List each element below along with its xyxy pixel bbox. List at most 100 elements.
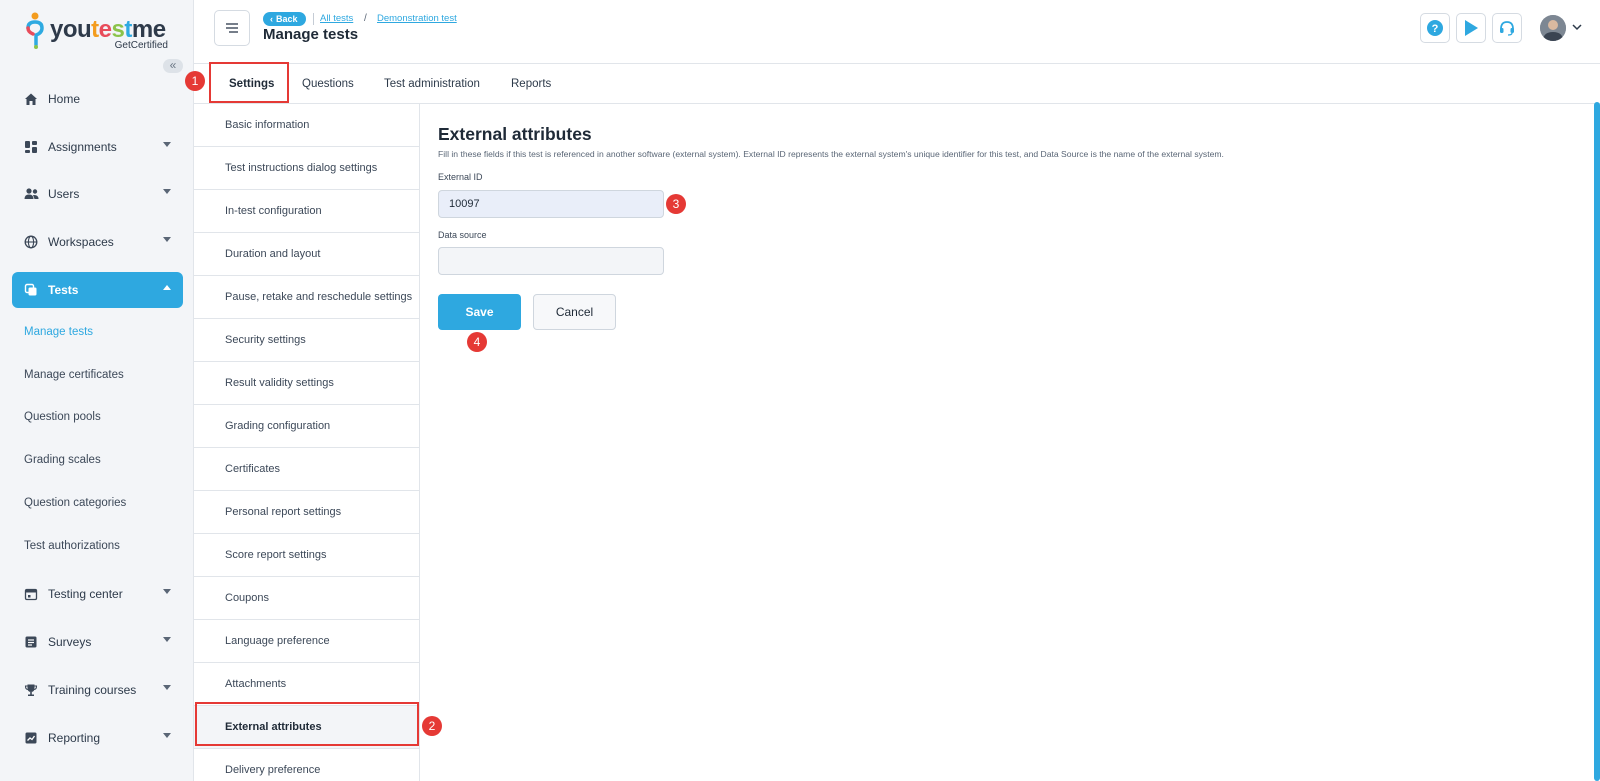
step-badge-1: 1 <box>185 71 205 91</box>
nav-item-workspaces[interactable]: Workspaces <box>12 224 183 260</box>
nav-item-tests[interactable]: Tests <box>12 272 183 308</box>
settings-item-grading-configuration[interactable]: Grading configuration <box>194 405 419 448</box>
chevron-down-icon[interactable] <box>1572 23 1582 31</box>
sidebar: youtestme GetCertified « Home Assignment… <box>0 0 194 781</box>
chevron-down-icon <box>163 589 171 594</box>
nav-item-home[interactable]: Home <box>12 81 183 117</box>
breadcrumb-divider <box>313 13 314 25</box>
settings-item-attachments[interactable]: Attachments <box>194 663 419 706</box>
hamburger-icon <box>226 23 238 33</box>
data-source-input[interactable] <box>438 247 664 275</box>
nav-item-label: Home <box>48 92 81 106</box>
settings-item-basic-information[interactable]: Basic information <box>194 104 419 147</box>
settings-item-result-validity[interactable]: Result validity settings <box>194 362 419 405</box>
breadcrumb-separator: / <box>364 13 367 24</box>
settings-item-external-attributes[interactable]: External attributes <box>194 706 419 749</box>
settings-item-coupons[interactable]: Coupons <box>194 577 419 620</box>
nav-item-label: Testing center <box>48 587 123 601</box>
double-chevron-left-icon: « <box>169 58 177 72</box>
settings-item-delivery-preference[interactable]: Delivery preference <box>194 749 419 781</box>
subnav-test-authorizations[interactable]: Test authorizations <box>24 540 120 552</box>
step-badge-3: 3 <box>666 194 686 214</box>
nav-item-label: Training courses <box>48 683 137 697</box>
back-button[interactable]: ‹ Back <box>263 12 306 26</box>
chevron-down-icon <box>163 637 171 642</box>
nav-item-surveys[interactable]: Surveys <box>12 624 183 660</box>
tab-settings[interactable]: Settings <box>229 64 274 104</box>
chevron-down-icon <box>163 685 171 690</box>
settings-item-language-preference[interactable]: Language preference <box>194 620 419 663</box>
nav-item-label: Surveys <box>48 635 92 649</box>
step-badge-2: 2 <box>422 716 442 736</box>
support-button[interactable] <box>1492 13 1522 43</box>
save-button[interactable]: Save <box>438 294 521 330</box>
home-icon <box>23 91 39 107</box>
trophy-icon <box>23 682 39 698</box>
data-source-label: Data source <box>438 230 487 240</box>
nav-item-label: Assignments <box>48 140 117 154</box>
step-badge-4: 4 <box>467 332 487 352</box>
subnav-question-pools[interactable]: Question pools <box>24 411 101 423</box>
settings-item-score-report[interactable]: Score report settings <box>194 534 419 577</box>
settings-menu: Basic information Test instructions dial… <box>194 104 420 781</box>
nav-item-reporting[interactable]: Reporting <box>12 720 183 756</box>
cancel-button[interactable]: Cancel <box>533 294 616 330</box>
subnav-question-categories[interactable]: Question categories <box>24 497 126 509</box>
copy-icon <box>23 282 39 298</box>
chevron-left-icon: ‹ <box>270 14 273 24</box>
nav-item-label: Users <box>48 187 80 201</box>
nav-item-users[interactable]: Users <box>12 176 183 212</box>
svg-text:?: ? <box>1432 23 1439 35</box>
subnav-manage-tests[interactable]: Manage tests <box>24 326 93 338</box>
tab-reports[interactable]: Reports <box>511 64 551 104</box>
chevron-down-icon <box>163 237 171 242</box>
top-header: ‹ Back All tests / Demonstration test Man… <box>194 0 1600 64</box>
collapse-sidebar-button[interactable]: « <box>163 59 183 73</box>
chevron-down-icon <box>163 189 171 194</box>
tab-test-administration[interactable]: Test administration <box>384 64 480 104</box>
calendar-icon <box>23 586 39 602</box>
help-icon: ? <box>1427 20 1443 36</box>
youtestme-logo[interactable]: youtestme GetCertified <box>24 12 174 52</box>
headset-icon <box>1500 21 1514 36</box>
chevron-down-icon <box>163 142 171 147</box>
breadcrumb-demonstration-test[interactable]: Demonstration test <box>377 13 457 24</box>
users-icon <box>23 186 39 202</box>
page-title: Manage tests <box>263 26 359 43</box>
subnav-manage-certificates[interactable]: Manage certificates <box>24 369 124 381</box>
settings-item-in-test-configuration[interactable]: In-test configuration <box>194 190 419 233</box>
nav-item-assignments[interactable]: Assignments <box>12 129 183 165</box>
external-id-input[interactable] <box>438 190 664 218</box>
nav-item-label: Workspaces <box>48 235 114 249</box>
section-title: External attributes <box>438 124 592 144</box>
settings-item-test-instructions[interactable]: Test instructions dialog settings <box>194 147 419 190</box>
settings-item-pause-retake[interactable]: Pause, retake and reschedule settings <box>194 276 419 319</box>
user-avatar[interactable] <box>1540 15 1566 41</box>
nav-item-label: Reporting <box>48 731 101 745</box>
chart-icon <box>23 730 39 746</box>
breadcrumb-all-tests[interactable]: All tests <box>320 13 353 24</box>
section-description: Fill in these fields if this test is ref… <box>438 149 1224 159</box>
menu-toggle-button[interactable] <box>214 10 250 46</box>
dashboard-icon <box>23 139 39 155</box>
settings-item-certificates[interactable]: Certificates <box>194 448 419 491</box>
logo-tagline: GetCertified <box>114 40 168 51</box>
content-scrollbar[interactable] <box>1594 102 1600 781</box>
chevron-up-icon <box>163 285 171 290</box>
nav-item-testing-center[interactable]: Testing center <box>12 576 183 612</box>
nav-item-training-courses[interactable]: Training courses <box>12 672 183 708</box>
start-tour-button[interactable] <box>1456 13 1486 43</box>
nav-item-label: Tests <box>48 283 79 297</box>
tab-questions[interactable]: Questions <box>302 64 354 104</box>
globe-icon <box>23 234 39 250</box>
help-button[interactable]: ? <box>1420 13 1450 43</box>
external-id-label: External ID <box>438 172 483 182</box>
chevron-down-icon <box>163 733 171 738</box>
settings-item-security[interactable]: Security settings <box>194 319 419 362</box>
subnav-grading-scales[interactable]: Grading scales <box>24 454 101 466</box>
test-tabs: Settings Questions Test administration R… <box>194 64 1600 104</box>
settings-item-duration-layout[interactable]: Duration and layout <box>194 233 419 276</box>
list-icon <box>23 634 39 650</box>
logo-mark-icon <box>26 12 44 49</box>
settings-item-personal-report[interactable]: Personal report settings <box>194 491 419 534</box>
